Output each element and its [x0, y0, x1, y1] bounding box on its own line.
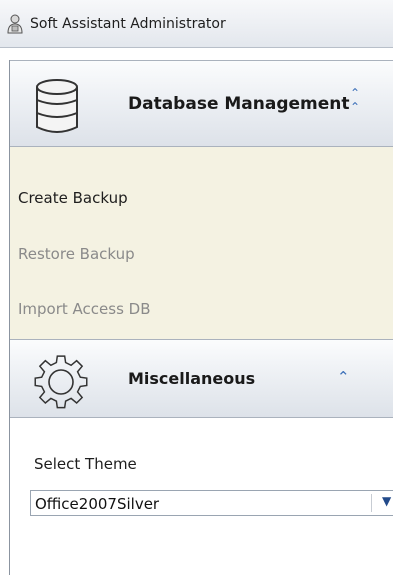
theme-dropdown[interactable]: Office2007Silver ▼: [30, 490, 393, 516]
group-title-database-management: Database Management: [128, 94, 350, 114]
window-title: Soft Assistant Administrator: [30, 15, 226, 32]
gear-icon: [34, 355, 88, 409]
select-theme-label: Select Theme: [34, 455, 137, 473]
title-bar: Soft Assistant Administrator: [0, 0, 393, 48]
chevron-down-icon[interactable]: ▼: [382, 494, 391, 508]
database-items-panel: Create Backup Restore Backup Import Acce…: [10, 147, 393, 339]
restore-backup-link[interactable]: Restore Backup: [18, 245, 135, 263]
create-backup-link[interactable]: Create Backup: [18, 189, 128, 207]
dropdown-divider: [371, 494, 372, 512]
import-access-db-link[interactable]: Import Access DB: [18, 300, 151, 318]
database-icon: [36, 79, 78, 133]
group-header-miscellaneous[interactable]: Miscellaneous ⌃: [10, 339, 393, 418]
theme-dropdown-value: Office2007Silver: [35, 495, 160, 513]
double-chevron-up-icon[interactable]: ⌃: [337, 368, 350, 386]
group-title-miscellaneous: Miscellaneous: [128, 369, 256, 388]
group-header-database-management[interactable]: Database Management ⌃ ⌃: [10, 60, 393, 147]
double-chevron-up-icon[interactable]: ⌃ ⌃: [350, 86, 360, 114]
app-user-icon: [7, 14, 23, 33]
